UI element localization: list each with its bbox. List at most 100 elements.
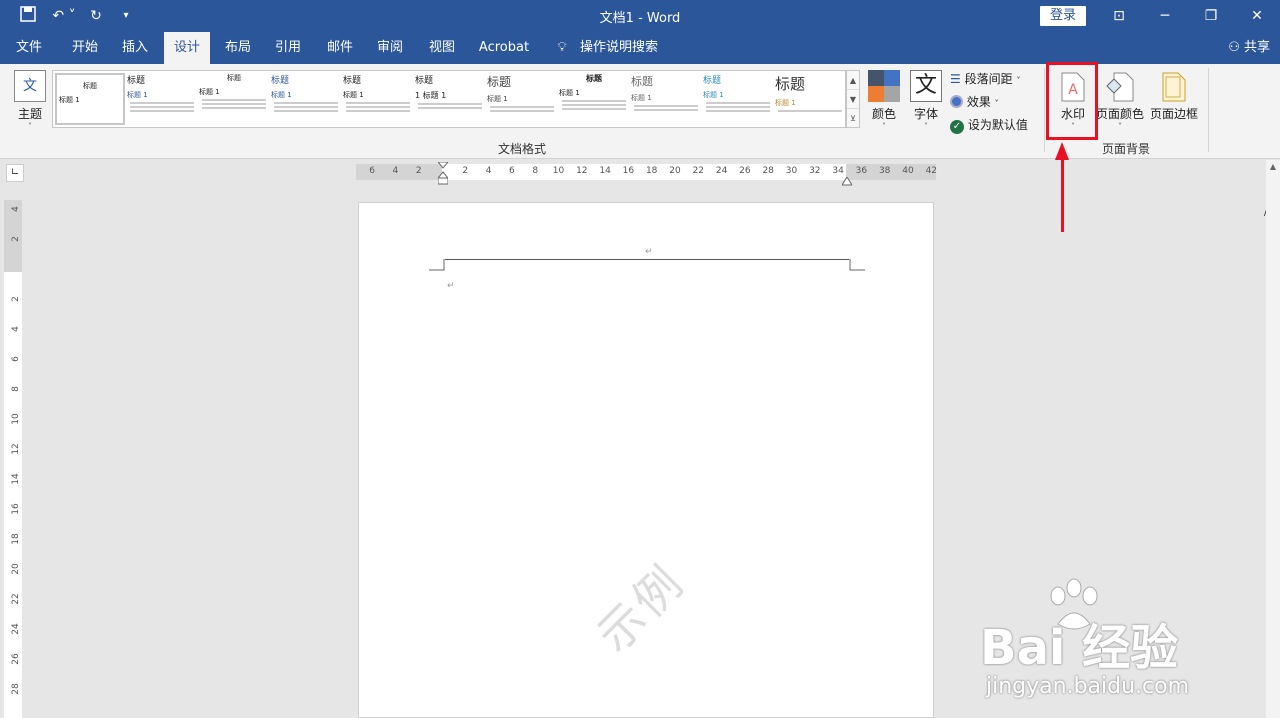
- style-set-item[interactable]: 标题 1 标题 1: [415, 73, 485, 125]
- style-set-item[interactable]: 标题 标题 1: [271, 73, 341, 125]
- ruler-tick: 24: [715, 166, 728, 176]
- style-set-item[interactable]: 标题 标题 1: [487, 73, 557, 125]
- paragraph-spacing-button[interactable]: ☰ 段落间距 ˅: [950, 70, 1020, 87]
- document-page[interactable]: ↵ ↵ 示例: [358, 202, 934, 718]
- divider: [1208, 68, 1209, 152]
- tab-file[interactable]: 文件: [8, 32, 50, 64]
- tell-me-search[interactable]: 操作说明搜索: [576, 32, 662, 64]
- ribbon-tabs: 文件 开始 插入 设计 布局 引用 邮件 审阅 视图 Acrobat 💡︎ 操作…: [0, 32, 1280, 64]
- tab-selector[interactable]: ∟: [6, 164, 24, 182]
- ruler-tick: 38: [878, 166, 891, 176]
- page-color-button[interactable]: 页面颜色 ˅: [1096, 68, 1144, 131]
- style-set-item[interactable]: 标题 标题 1: [775, 73, 845, 125]
- ruler-tick: 36: [855, 166, 868, 176]
- horizontal-ruler[interactable]: 6 4 2 2 4 6 8 10 12 14 16 18 20 22 24 26 28 30 32 34 36 38 40 4…: [356, 161, 937, 186]
- ruler-tick: 28: [762, 166, 774, 176]
- vertical-scrollbar[interactable]: ▲: [1266, 160, 1280, 718]
- colors-label: 颜色: [871, 107, 896, 121]
- minimize-icon[interactable]: ─: [1142, 0, 1188, 32]
- chevron-down-icon: ˅: [1016, 76, 1021, 85]
- style-set-item[interactable]: 标题 标题 1: [631, 73, 701, 125]
- ribbon-display-options-icon[interactable]: ⊡: [1096, 0, 1142, 32]
- restore-icon[interactable]: ❐: [1188, 0, 1234, 32]
- ruler-tick: 18: [645, 166, 658, 176]
- ruler-tick: 2: [415, 166, 422, 176]
- ruler-tick: 42: [925, 166, 938, 176]
- ruler-tick: 2: [11, 296, 21, 302]
- chevron-down-icon: ˅: [882, 122, 886, 131]
- right-header-corner-mark: [849, 259, 865, 271]
- ruler-tick: 14: [11, 473, 21, 485]
- ruler-tick: 6: [369, 166, 375, 176]
- ruler-tick: 14: [599, 166, 611, 176]
- style-set-item[interactable]: 标题 标题 1: [343, 73, 413, 125]
- header-paragraph-mark: ↵: [645, 247, 653, 257]
- vertical-ruler[interactable]: 4 2 2 4 6 8 10 12 14 16 18 20 22 24 26 28: [4, 200, 22, 718]
- tab-view[interactable]: 视图: [420, 32, 464, 64]
- style-set-item[interactable]: 标题 标题 1: [703, 73, 773, 125]
- tab-design[interactable]: 设计: [164, 32, 210, 64]
- document-formatting-group-label: 文档格式: [498, 142, 547, 156]
- login-button[interactable]: 登录: [1040, 6, 1086, 26]
- watermark-highlight-box: [1046, 62, 1098, 140]
- paragraph-spacing-icon: ☰: [950, 72, 961, 86]
- ruler-tick: 12: [11, 443, 21, 455]
- theme-button[interactable]: 文 主题 ˅: [10, 68, 50, 132]
- theme-label: 主题: [17, 107, 42, 121]
- scroll-up-icon[interactable]: ▲: [1266, 160, 1280, 174]
- style-set-item[interactable]: 标题 标题 1: [199, 73, 269, 125]
- scroll-down-icon[interactable]: ▼: [847, 90, 859, 109]
- style-set-gallery: 标题 标题 1 标题 标题 1 标题 标题 1 标题 标题 1 标题 标题 1 …: [52, 70, 846, 128]
- share-button[interactable]: ⚇ 共享: [1228, 32, 1270, 64]
- tab-insert[interactable]: 插入: [114, 32, 156, 64]
- ruler-tick: 22: [11, 593, 21, 605]
- scroll-up-icon[interactable]: ▲: [847, 71, 859, 90]
- lightbulb-icon: 💡︎: [557, 40, 567, 55]
- ruler-tick: 40: [902, 166, 914, 176]
- style-set-item[interactable]: 标题 标题 1: [127, 73, 197, 125]
- right-indent-marker[interactable]: [841, 172, 853, 186]
- colors-icon: [868, 70, 900, 102]
- ruler-tick: 10: [552, 166, 565, 176]
- effects-button[interactable]: 效果 ˅: [950, 93, 999, 110]
- gallery-more-icon[interactable]: ⊻: [847, 109, 859, 128]
- colors-button[interactable]: 颜色 ˅: [864, 68, 904, 131]
- ruler-tick: 10: [11, 413, 21, 425]
- left-header-corner-mark: [429, 259, 445, 271]
- divider: [1044, 68, 1045, 152]
- tab-acrobat[interactable]: Acrobat: [474, 32, 534, 64]
- ruler-tick: 20: [11, 563, 21, 575]
- fonts-button[interactable]: 文 字体 ˅: [906, 68, 946, 131]
- gallery-scroll[interactable]: ▲ ▼ ⊻: [846, 70, 860, 128]
- chevron-down-icon: ˅: [924, 122, 928, 131]
- tab-review[interactable]: 审阅: [368, 32, 412, 64]
- document-title: 文档1 - Word: [599, 11, 681, 26]
- ruler-tick: 32: [809, 166, 821, 176]
- page-borders-button[interactable]: 页面边框: [1148, 68, 1200, 122]
- tab-references[interactable]: 引用: [266, 32, 310, 64]
- ruler-tick: 6: [11, 356, 21, 362]
- set-as-default-button[interactable]: ✓ 设为默认值: [950, 116, 1028, 134]
- indent-marker[interactable]: [436, 161, 450, 186]
- ruler-tick: 20: [669, 166, 681, 176]
- title-bar: ↶ ˅ ↻ ▾ 文档1 - Word 登录 ⊡ ─ ❐ ✕: [0, 0, 1280, 32]
- tab-home[interactable]: 开始: [62, 32, 108, 64]
- style-set-item[interactable]: 标题 标题 1: [55, 73, 125, 125]
- ruler-tick: 4: [485, 166, 492, 176]
- share-label: 共享: [1243, 40, 1270, 55]
- set-as-default-label: 设为默认值: [967, 118, 1028, 132]
- chevron-down-icon: ˅: [1118, 122, 1122, 131]
- annotation-arrow-icon: [1055, 142, 1069, 160]
- ruler-tick: 24: [11, 623, 21, 635]
- ruler-tick: 4: [11, 206, 21, 212]
- checkmark-icon: ✓: [950, 120, 964, 134]
- tab-layout[interactable]: 布局: [216, 32, 260, 64]
- style-set-item[interactable]: 标题 标题 1: [559, 73, 629, 125]
- ruler-tick: 4: [11, 326, 21, 332]
- ruler-tick: 6: [509, 166, 515, 176]
- ruler-tick: 26: [739, 166, 751, 176]
- ruler-tick: 26: [11, 653, 21, 665]
- close-icon[interactable]: ✕: [1234, 0, 1280, 32]
- page-background-group-label: 页面背景: [1102, 142, 1151, 156]
- tab-mailings[interactable]: 邮件: [318, 32, 362, 64]
